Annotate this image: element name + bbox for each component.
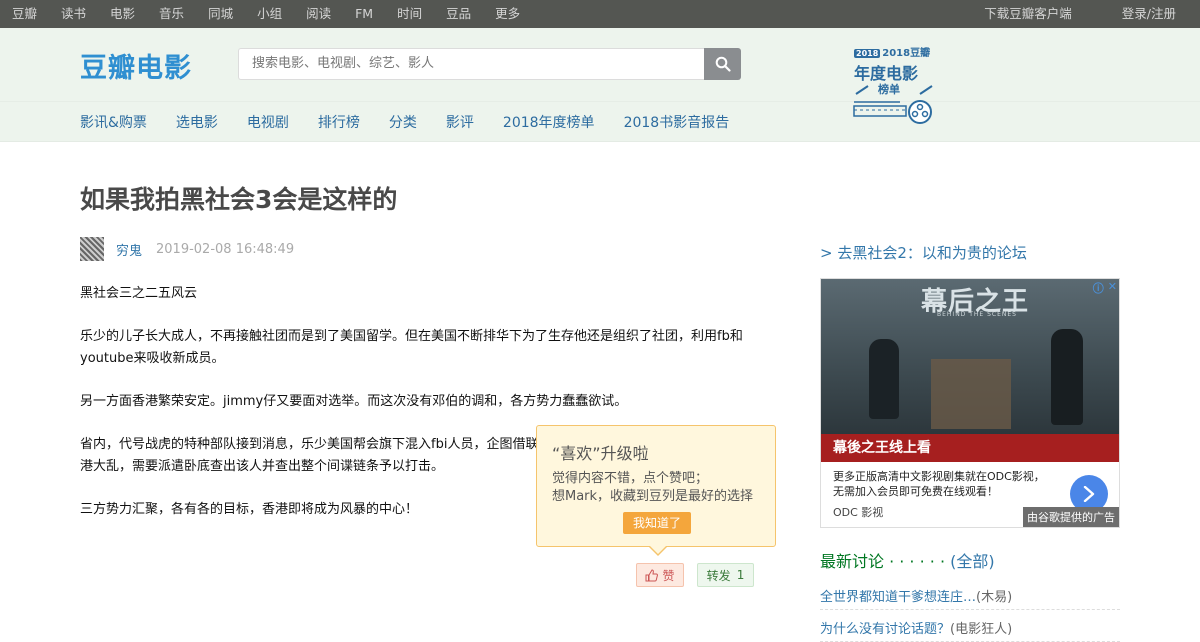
ad-poster-prop xyxy=(931,359,1011,429)
subnav-reviews[interactable]: 影评 xyxy=(446,112,474,132)
global-nav-link-local[interactable]: 同城 xyxy=(208,0,233,28)
subnav-tags[interactable]: 分类 xyxy=(389,112,417,132)
list-item: 全世界都知道干爹想连庄…(木易) xyxy=(820,586,1120,610)
login-link[interactable]: 登录/注册 xyxy=(1122,0,1176,28)
discussions-heading-label: 最新讨论 · · · · · · xyxy=(820,552,951,571)
ad-poster-subtitle: BEHIND THE SCENES xyxy=(937,311,1017,318)
subnav-annual-list[interactable]: 2018年度榜单 xyxy=(503,112,595,132)
ad-choices[interactable]: ⓘ ✕ xyxy=(1093,280,1117,296)
ad-body: 更多正版高清中文影视剧集就在ODC影视， 无需加入会员即可免费在线观看！ xyxy=(833,469,1045,499)
share-count: 1 xyxy=(736,568,745,582)
subnav-charts[interactable]: 排行榜 xyxy=(318,112,360,132)
global-nav-link-music[interactable]: 音乐 xyxy=(159,0,184,28)
global-nav-link-douban[interactable]: 豆瓣 xyxy=(12,0,37,28)
paragraph: 黑社会三之二五风云 xyxy=(80,286,198,301)
global-nav-link-movie[interactable]: 电影 xyxy=(110,0,135,28)
ad-poster-figure-left xyxy=(869,339,899,419)
close-icon[interactable]: ✕ xyxy=(1108,280,1117,296)
latest-discussions-heading: 最新讨论 · · · · · · (全部) xyxy=(820,548,995,572)
tooltip-heading: “喜欢”升级啦 xyxy=(552,444,649,463)
download-app-link[interactable]: 下载豆瓣客户端 xyxy=(984,0,1072,28)
like-upgrade-tooltip: “喜欢”升级啦 觉得内容不错，点个赞吧； 想Mark，收藏到豆列是最好的选择 我… xyxy=(536,425,776,556)
global-nav-right: 下载豆瓣客户端 登录/注册 xyxy=(946,0,1188,28)
badge-subtitle: 榜单 xyxy=(878,83,900,96)
ad-provider-label: 由谷歌提供的广告 xyxy=(1023,507,1119,527)
header: 豆瓣电影 搜索电影、电视剧、综艺、影人 2018 2018豆瓣 年度电影 榜单 xyxy=(0,28,1200,124)
post-timestamp: 2019-02-08 16:48:49 xyxy=(156,241,295,257)
badge-year: 2018 2018豆瓣 xyxy=(854,48,931,59)
chevron-right-icon xyxy=(1083,486,1095,502)
discussions-all-link[interactable]: (全部) xyxy=(950,552,995,571)
adchoices-info-icon[interactable]: ⓘ xyxy=(1093,280,1104,296)
global-nav-link-book[interactable]: 读书 xyxy=(61,0,86,28)
search-icon xyxy=(715,56,731,72)
got-it-button[interactable]: 我知道了 xyxy=(623,512,691,534)
discussion-title[interactable]: 全世界都知道干爹想连庄… xyxy=(820,590,976,605)
global-nav-link-time[interactable]: 时间 xyxy=(397,0,422,28)
ad-body-line-1: 更多正版高清中文影视剧集就在ODC影视， xyxy=(833,470,1045,483)
sub-nav: 影讯&购票 选电影 电视剧 排行榜 分类 影评 2018年度榜单 2018书影音… xyxy=(0,102,1200,142)
like-label: 赞 xyxy=(662,568,675,583)
subnav-tv[interactable]: 电视剧 xyxy=(247,112,289,132)
global-nav-link-market[interactable]: 豆品 xyxy=(446,0,471,28)
ad-banner: 幕後之王线上看 xyxy=(821,434,1119,462)
site-logo[interactable]: 豆瓣电影 xyxy=(80,46,192,85)
thumbs-up-icon xyxy=(645,568,659,581)
subnav-annual-report[interactable]: 2018书影音报告 xyxy=(624,112,730,132)
global-nav: 豆瓣 读书 电影 音乐 同城 小组 阅读 FM 时间 豆品 更多 下载豆瓣客户端… xyxy=(0,0,1200,28)
discussion-author[interactable]: (木易) xyxy=(976,590,1012,605)
google-ad[interactable]: 幕后之王 BEHIND THE SCENES ⓘ ✕ 幕後之王线上看 更多正版高… xyxy=(820,278,1120,528)
like-button[interactable]: 赞 xyxy=(636,563,684,587)
subnav-explore[interactable]: 选电影 xyxy=(176,112,218,132)
global-nav-link-read[interactable]: 阅读 xyxy=(306,0,331,28)
post-meta: 穷鬼 2019-02-08 16:48:49 xyxy=(80,237,294,261)
share-button[interactable]: 转发 1 xyxy=(697,563,754,587)
avatar[interactable] xyxy=(80,237,104,261)
subnav-tickets[interactable]: 影讯&购票 xyxy=(80,112,147,132)
search-input[interactable]: 搜索电影、电视剧、综艺、影人 xyxy=(238,48,704,80)
ad-brand: ODC 影视 xyxy=(833,506,884,519)
tooltip-arrow-fill xyxy=(649,545,667,554)
global-nav-link-more[interactable]: 更多 xyxy=(495,0,520,28)
list-item: 为什么没有讨论话题？(电影狂人) xyxy=(820,618,1120,642)
global-nav-link-group[interactable]: 小组 xyxy=(257,0,282,28)
ad-poster: 幕后之王 BEHIND THE SCENES xyxy=(821,279,1119,436)
tooltip-line-1: 觉得内容不错，点个赞吧； xyxy=(552,471,709,486)
tooltip-line-2: 想Mark，收藏到豆列是最好的选择 xyxy=(552,489,754,504)
page-title: 如果我拍黑社会3会是这样的 xyxy=(80,185,398,214)
global-nav-link-fm[interactable]: FM xyxy=(355,0,373,28)
author-link[interactable]: 穷鬼 xyxy=(116,240,142,259)
global-nav-links: 豆瓣 读书 电影 音乐 同城 小组 阅读 FM 时间 豆品 更多 xyxy=(12,0,544,28)
ad-poster-figure-right xyxy=(1051,329,1083,425)
annual-list-badge[interactable]: 2018 2018豆瓣 年度电影 榜单 xyxy=(852,44,936,128)
paragraph: 另一方面香港繁荣安定。jimmy仔又要面对选举。而这次没有邓伯的调和，各方势力蠢… xyxy=(80,394,628,409)
related-forum-link[interactable]: > 去黑社会2：以和为贵的论坛 xyxy=(820,242,1027,263)
paragraph: 乐少的儿子长大成人，不再接触社团而是到了美国留学。但在美国不断排华下为了生存他还… xyxy=(80,329,743,366)
share-label: 转发 xyxy=(706,568,731,583)
search-bar: 搜索电影、电视剧、综艺、影人 xyxy=(238,48,741,80)
search-button[interactable] xyxy=(704,48,741,80)
ad-body-line-2: 无需加入会员即可免费在线观看！ xyxy=(833,485,998,498)
